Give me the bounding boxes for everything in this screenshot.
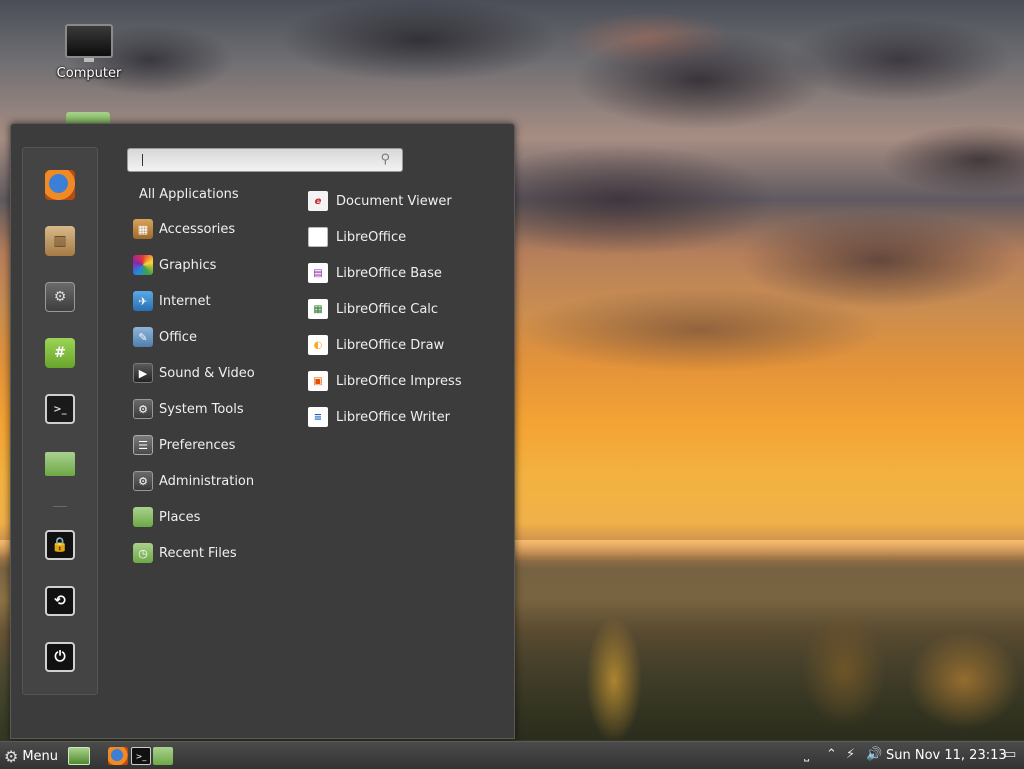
menu-gear-icon: ⚙ [4,746,19,766]
keyboard-icon[interactable]: ⎵ [804,747,809,762]
show-desktop-icon[interactable] [68,747,90,765]
internet-icon: ✈ [133,291,153,311]
taskbar: ⚙ Menu >_ ⎵ ⌃ ⚡ 🔊 Sun Nov 11, 23:13 ▭ [0,741,1024,769]
places-folder-icon [133,507,153,527]
category-internet[interactable]: ✈ Internet [133,287,298,315]
libreoffice-calc-icon: ▦ [308,299,328,319]
app-libreoffice-base[interactable]: ▤ LibreOffice Base [308,259,508,287]
system-settings-icon[interactable]: ⚙ [45,282,75,312]
app-label: LibreOffice Writer [336,409,450,425]
hexchat-icon[interactable]: # [45,338,75,368]
category-label: Internet [159,293,211,309]
chevron-up-icon[interactable]: ⌃ [826,747,837,762]
logout-icon[interactable]: ⟲ [45,586,75,616]
application-menu: ▥ ⚙ # >_ 🔒 ⟲ ⏻ ⚲ All Applications ▦ Acce… [10,123,515,739]
search-input[interactable] [136,151,366,169]
software-manager-icon[interactable]: ▥ [45,226,75,256]
category-label: Graphics [159,257,217,273]
category-administration[interactable]: ⚙ Administration [133,467,298,495]
terminal-icon[interactable]: >_ [45,394,75,424]
app-libreoffice-writer[interactable]: ≡ LibreOffice Writer [308,403,508,431]
sound-video-icon: ▶ [133,363,153,383]
app-document-viewer[interactable]: e Document Viewer [308,187,508,215]
lock-screen-icon[interactable]: 🔒 [45,530,75,560]
app-libreoffice[interactable]: LibreOffice [308,223,508,251]
search-box[interactable]: ⚲ [127,148,403,172]
computer-icon [65,24,113,62]
office-icon: ✎ [133,327,153,347]
volume-icon[interactable]: 🔊 [866,747,882,762]
app-label: Document Viewer [336,193,452,209]
desktop-icon-label: Computer [56,66,122,81]
files-folder-icon[interactable] [153,747,173,765]
menu-button[interactable]: ⚙ Menu [4,745,58,767]
category-preferences[interactable]: ☰ Preferences [133,431,298,459]
display-icon[interactable]: ▭ [1004,747,1016,762]
category-graphics[interactable]: Graphics [133,251,298,279]
libreoffice-icon [308,227,328,247]
search-icon: ⚲ [380,152,390,167]
menu-button-label: Menu [22,748,59,764]
administration-icon: ⚙ [133,471,153,491]
libreoffice-writer-icon: ≡ [308,407,328,427]
app-libreoffice-impress[interactable]: ▣ LibreOffice Impress [308,367,508,395]
category-sound-video[interactable]: ▶ Sound & Video [133,359,298,387]
category-recent-files[interactable]: ◷ Recent Files [133,539,298,567]
category-label: Recent Files [159,545,237,561]
category-label: Places [159,509,201,525]
category-label: Preferences [159,437,236,453]
system-tools-icon: ⚙ [133,399,153,419]
category-label: Office [159,329,197,345]
category-label: System Tools [159,401,244,417]
recent-files-icon: ◷ [133,543,153,563]
favorites-separator [53,506,67,507]
accessories-icon: ▦ [133,219,153,239]
category-label: Administration [159,473,255,489]
app-libreoffice-draw[interactable]: ◐ LibreOffice Draw [308,331,508,359]
category-accessories[interactable]: ▦ Accessories [133,215,298,243]
favorites-sidebar: ▥ ⚙ # >_ 🔒 ⟲ ⏻ [22,147,98,695]
category-all-applications[interactable]: All Applications [139,187,239,202]
libreoffice-draw-icon: ◐ [308,335,328,355]
category-system-tools[interactable]: ⚙ System Tools [133,395,298,423]
firefox-icon[interactable] [108,747,128,765]
app-label: LibreOffice Draw [336,337,445,353]
libreoffice-base-icon: ▤ [308,263,328,283]
firefox-icon[interactable] [45,170,75,200]
app-label: LibreOffice Base [336,265,442,281]
app-libreoffice-calc[interactable]: ▦ LibreOffice Calc [308,295,508,323]
libreoffice-impress-icon: ▣ [308,371,328,391]
desktop-icon-computer[interactable]: Computer [49,24,129,81]
wallpaper-fields [514,560,1024,740]
app-label: LibreOffice Impress [336,373,462,389]
shutdown-icon[interactable]: ⏻ [45,642,75,672]
files-folder-icon[interactable] [45,452,75,476]
graphics-icon [133,255,153,275]
category-label: Accessories [159,221,236,237]
app-label: LibreOffice Calc [336,301,439,317]
preferences-icon: ☰ [133,435,153,455]
clock[interactable]: Sun Nov 11, 23:13 [886,748,1007,763]
app-label: LibreOffice [336,229,407,245]
category-label: Sound & Video [159,365,255,381]
category-office[interactable]: ✎ Office [133,323,298,351]
text-caret [142,154,143,166]
category-places[interactable]: Places [133,503,298,531]
network-icon[interactable]: ⚡ [846,747,855,762]
terminal-icon[interactable]: >_ [131,747,151,765]
document-viewer-icon: e [308,191,328,211]
